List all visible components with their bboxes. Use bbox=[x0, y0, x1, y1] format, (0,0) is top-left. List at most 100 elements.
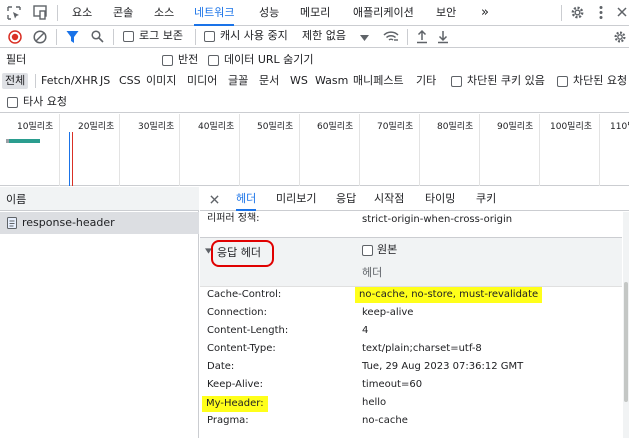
timeline-tick-label: 20밀리초 bbox=[78, 122, 115, 132]
type-filter-fetch-xhr[interactable]: Fetch/XHR bbox=[41, 74, 98, 88]
response-headers-section-header[interactable]: 응답 헤더 원본 헤더 bbox=[200, 237, 622, 287]
header-value-connection: keep-alive bbox=[362, 307, 414, 318]
header-value-content-length: 4 bbox=[362, 325, 369, 336]
device-toolbar-icon[interactable] bbox=[33, 5, 47, 20]
type-filter-ws[interactable]: WS bbox=[290, 74, 308, 88]
detail-tab-timing[interactable]: 타이밍 bbox=[425, 187, 455, 211]
request-list-pane: 이름 response-header bbox=[0, 187, 199, 438]
header-key-connection: Connection: bbox=[207, 307, 267, 318]
request-details-pane: 헤더 미리보기 응답 시작점 타이밍 쿠키 리퍼러 정책: strict-ori… bbox=[200, 187, 629, 438]
inspect-element-icon[interactable] bbox=[7, 6, 21, 20]
record-stop-icon[interactable] bbox=[8, 30, 22, 44]
detail-tab-cookies[interactable]: 쿠키 bbox=[476, 187, 496, 211]
network-settings-gear-icon[interactable] bbox=[613, 30, 627, 44]
filter-funnel-icon[interactable] bbox=[66, 30, 79, 44]
clear-icon[interactable] bbox=[33, 30, 47, 44]
disable-cache-checkbox[interactable] bbox=[204, 31, 215, 42]
more-tabs-icon[interactable]: » bbox=[481, 0, 489, 26]
header-value-pragma: no-cache bbox=[362, 415, 408, 426]
type-filter-doc[interactable]: 문서 bbox=[259, 74, 279, 88]
third-party-checkbox[interactable] bbox=[7, 97, 18, 108]
header-value-date: Tue, 29 Aug 2023 07:36:12 GMT bbox=[362, 361, 524, 372]
import-har-icon[interactable] bbox=[416, 29, 428, 44]
tab-elements[interactable]: 요소 bbox=[72, 0, 92, 26]
header-key-keep-alive: Keep-Alive: bbox=[207, 379, 263, 390]
raw-label: 원본 bbox=[377, 243, 398, 256]
timeline-tick-label: 40밀리초 bbox=[198, 122, 235, 132]
blocked-cookies-label: 차단된 쿠키 있음 bbox=[467, 74, 545, 87]
close-details-icon[interactable] bbox=[210, 195, 219, 204]
header-value-my-header: hello bbox=[362, 397, 387, 408]
timeline-tick-label: 60밀리초 bbox=[317, 122, 354, 132]
timeline-overview[interactable]: 10밀리초 20밀리초 30밀리초 40밀리초 50밀리초 60밀리초 70밀리… bbox=[0, 114, 629, 186]
tab-application[interactable]: 애플리케이션 bbox=[353, 0, 414, 26]
settings-gear-icon[interactable] bbox=[570, 5, 585, 20]
timeline-tick-label: 90밀리초 bbox=[497, 122, 534, 132]
details-tabbar: 헤더 미리보기 응답 시작점 타이밍 쿠키 bbox=[200, 187, 629, 211]
preserve-log-label: 로그 보존 bbox=[139, 29, 183, 42]
blocked-requests-label: 차단된 요청 bbox=[573, 74, 628, 87]
tab-performance[interactable]: 성능 bbox=[259, 0, 279, 26]
headers-column-label: 헤더 bbox=[362, 266, 383, 279]
timeline-tick-label: 70밀리초 bbox=[377, 122, 414, 132]
type-filter-other[interactable]: 기타 bbox=[416, 74, 436, 88]
search-icon[interactable] bbox=[91, 30, 104, 43]
third-party-label: 타사 요청 bbox=[23, 95, 67, 108]
filter-input[interactable]: 필터 bbox=[6, 53, 26, 67]
detail-tab-preview[interactable]: 미리보기 bbox=[276, 187, 316, 211]
header-value-content-type: text/plain;charset=utf-8 bbox=[362, 343, 482, 354]
header-key-my-header: My-Header: bbox=[202, 396, 268, 412]
invert-checkbox[interactable] bbox=[162, 55, 173, 66]
type-filter-js[interactable]: JS bbox=[100, 74, 110, 88]
preserve-log-checkbox[interactable] bbox=[123, 31, 134, 42]
dom-content-loaded-marker bbox=[69, 132, 70, 186]
detail-tab-headers[interactable]: 헤더 bbox=[236, 187, 257, 211]
header-key-date: Date: bbox=[207, 361, 235, 372]
request-row[interactable]: response-header bbox=[0, 212, 199, 234]
document-icon bbox=[7, 217, 17, 229]
request-name: response-header bbox=[22, 216, 115, 229]
timeline-tick-label: 30밀리초 bbox=[138, 122, 175, 132]
name-column-header: 이름 bbox=[6, 193, 27, 206]
timeline-tick-label: 10밀리초 bbox=[17, 122, 54, 132]
type-filter-all[interactable]: 전체 bbox=[2, 73, 29, 89]
blocked-requests-checkbox[interactable] bbox=[557, 76, 568, 87]
dropdown-arrow-icon[interactable] bbox=[360, 35, 369, 41]
timeline-tick-label: 80밀리초 bbox=[437, 122, 474, 132]
detail-tab-initiator[interactable]: 시작점 bbox=[374, 187, 404, 211]
header-key-pragma: Pragma: bbox=[207, 415, 249, 426]
network-conditions-wifi-icon[interactable] bbox=[383, 30, 399, 43]
type-filter-wasm[interactable]: Wasm bbox=[315, 74, 348, 88]
timeline-tick-label: 50밀리초 bbox=[257, 122, 294, 132]
type-filter-image[interactable]: 이미지 bbox=[146, 74, 176, 88]
more-options-icon[interactable] bbox=[598, 5, 604, 20]
request-list-header[interactable]: 이름 bbox=[0, 187, 199, 211]
header-key-cache-control: Cache-Control: bbox=[207, 289, 282, 300]
tab-console[interactable]: 콘솔 bbox=[113, 0, 133, 26]
resource-type-filter-row: 전체 Fetch/XHR JS CSS 이미지 미디어 글꼴 문서 WS Was… bbox=[0, 71, 629, 93]
details-scrollbar[interactable] bbox=[623, 212, 629, 438]
close-devtools-icon[interactable] bbox=[617, 7, 627, 17]
type-filter-manifest[interactable]: 매니페스트 bbox=[353, 74, 404, 88]
type-filter-font[interactable]: 글꼴 bbox=[228, 74, 248, 88]
header-key-content-type: Content-Type: bbox=[207, 343, 276, 354]
hide-data-urls-label: 데이터 URL 숨기기 bbox=[224, 53, 314, 66]
timeline-tick-label: 100밀리초 bbox=[550, 122, 593, 132]
tab-network[interactable]: 네트워크 bbox=[194, 0, 235, 26]
header-key-content-length: Content-Length: bbox=[207, 325, 289, 336]
devtools-tabbar: 요소 콘솔 소스 네트워크 성능 메모리 애플리케이션 보안 » bbox=[0, 0, 629, 26]
hide-data-urls-checkbox[interactable] bbox=[208, 55, 219, 66]
type-filter-css[interactable]: CSS bbox=[119, 74, 141, 88]
header-value-cache-control: no-cache, no-store, must-revalidate bbox=[355, 287, 543, 303]
blocked-cookies-checkbox[interactable] bbox=[451, 76, 462, 87]
raw-checkbox[interactable] bbox=[362, 245, 373, 256]
throttle-select[interactable]: 제한 없음 bbox=[302, 29, 346, 43]
tab-sources[interactable]: 소스 bbox=[154, 0, 174, 26]
timeline-tick-label: 110밀 bbox=[610, 122, 629, 132]
detail-tab-response[interactable]: 응답 bbox=[336, 187, 356, 211]
export-har-icon[interactable] bbox=[437, 29, 449, 44]
tab-memory[interactable]: 메모리 bbox=[300, 0, 330, 26]
tab-security[interactable]: 보안 bbox=[436, 0, 456, 26]
disable-cache-label: 캐시 사용 중지 bbox=[220, 29, 288, 42]
type-filter-media[interactable]: 미디어 bbox=[187, 74, 217, 88]
